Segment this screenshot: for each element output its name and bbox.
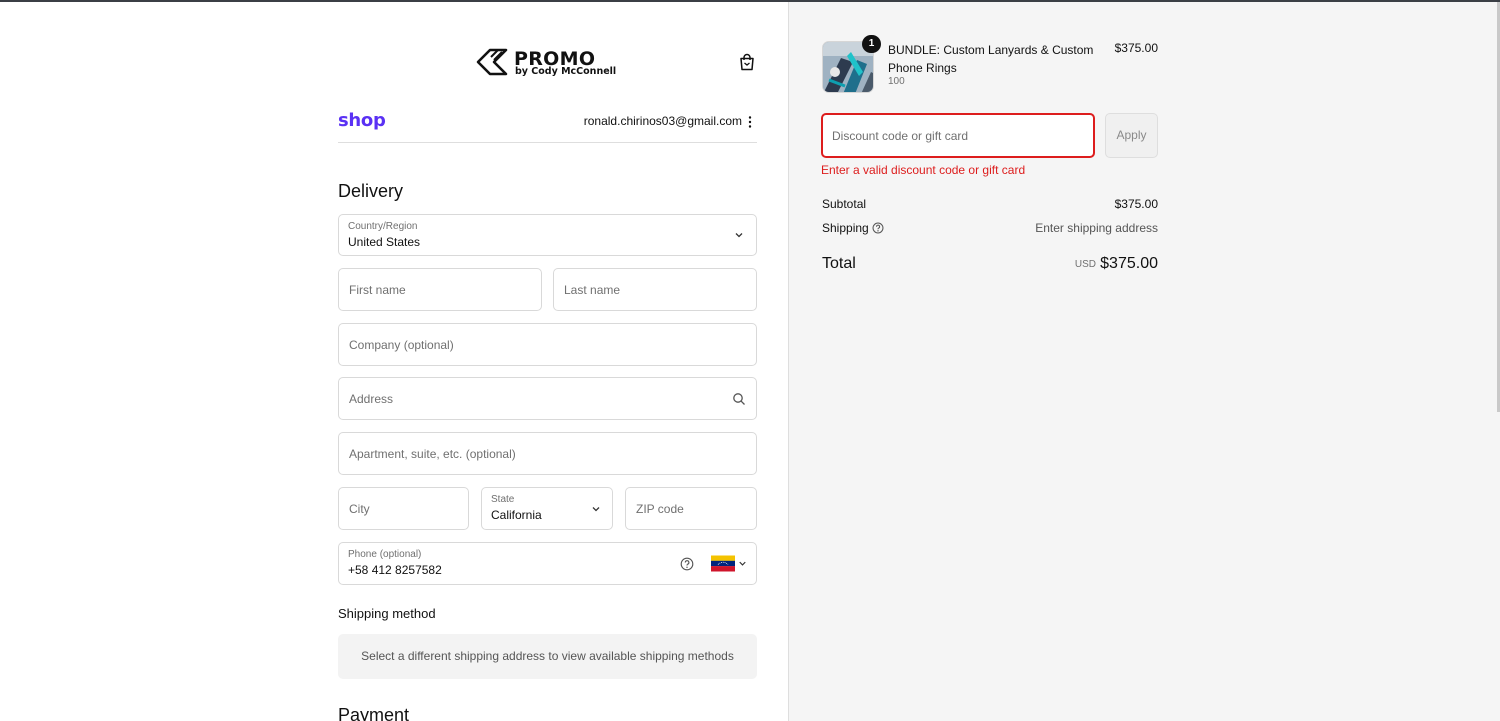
city-field[interactable]: City <box>338 487 469 530</box>
account-divider <box>338 142 757 143</box>
apply-discount-button[interactable]: Apply <box>1105 113 1158 158</box>
shopping-bag-icon[interactable] <box>737 52 757 72</box>
phone-field[interactable]: Phone (optional) +58 412 8257582 <box>338 542 757 585</box>
subtotal-label: Subtotal <box>822 197 867 211</box>
promo-logo-icon <box>476 48 508 76</box>
venezuela-flag-icon <box>711 555 735 572</box>
last-name-placeholder: Last name <box>564 282 621 297</box>
company-field[interactable]: Company (optional) <box>338 323 757 366</box>
discount-code-input[interactable]: Discount code or gift card <box>821 113 1095 158</box>
phone-value: +58 412 8257582 <box>348 563 442 577</box>
payment-heading: Payment <box>338 705 410 721</box>
shipping-method-notice: Select a different shipping address to v… <box>338 634 757 679</box>
chevron-down-icon <box>735 233 743 238</box>
discount-error-message: Enter a valid discount code or gift card <box>821 163 1026 177</box>
country-value: United States <box>348 235 421 249</box>
country-label: Country/Region <box>348 221 418 232</box>
more-options-icon[interactable] <box>746 114 754 130</box>
shipping-method-heading: Shipping method <box>338 606 436 621</box>
quantity-badge: 1 <box>862 35 881 53</box>
country-select[interactable]: Country/Region United States <box>338 214 757 256</box>
chevron-down-icon <box>592 506 600 511</box>
total-value: $375.00 <box>1100 255 1158 272</box>
delivery-heading: Delivery <box>338 181 404 201</box>
apartment-placeholder: Apartment, suite, etc. (optional) <box>349 446 516 461</box>
product-title: BUNDLE: Custom Lanyards & Custom Phone R… <box>888 43 1094 75</box>
shipping-value: Enter shipping address <box>1035 221 1158 235</box>
total-label: Total <box>822 255 856 272</box>
help-circle-icon[interactable] <box>872 222 884 234</box>
state-label: State <box>491 494 515 505</box>
subtotal-value: $375.00 <box>1114 197 1158 211</box>
state-value: California <box>491 508 542 522</box>
city-placeholder: City <box>349 501 370 516</box>
phone-label: Phone (optional) <box>348 549 422 560</box>
address-field[interactable]: Address <box>338 377 757 420</box>
phone-country-selector[interactable] <box>711 555 751 573</box>
logo-subtitle: by Cody McConnell <box>515 66 617 77</box>
shop-pay-logo: shop <box>338 110 386 131</box>
address-placeholder: Address <box>349 391 394 406</box>
first-name-field[interactable]: First name <box>338 268 542 311</box>
order-summary <box>789 2 1500 721</box>
first-name-placeholder: First name <box>349 282 406 297</box>
state-select[interactable]: State California <box>481 487 613 530</box>
product-variant: 100 <box>888 76 905 87</box>
product-price: $375.00 <box>1114 41 1158 55</box>
shipping-method-notice-text: Select a different shipping address to v… <box>361 649 734 663</box>
zip-code-field[interactable]: ZIP code <box>625 487 757 530</box>
zip-code-placeholder: ZIP code <box>636 501 684 516</box>
shipping-label: Shipping <box>822 221 869 235</box>
account-email: ronald.chirinos03@gmail.com <box>583 114 742 128</box>
last-name-field[interactable]: Last name <box>553 268 757 311</box>
total-currency: USD <box>1074 259 1096 270</box>
chevron-down-icon <box>739 561 746 566</box>
help-circle-icon[interactable] <box>680 557 694 571</box>
store-logo[interactable]: PROMO by Cody McConnell <box>474 44 624 80</box>
apartment-field[interactable]: Apartment, suite, etc. (optional) <box>338 432 757 475</box>
discount-code-placeholder: Discount code or gift card <box>832 129 969 143</box>
search-icon <box>733 392 745 405</box>
company-placeholder: Company (optional) <box>349 337 454 352</box>
